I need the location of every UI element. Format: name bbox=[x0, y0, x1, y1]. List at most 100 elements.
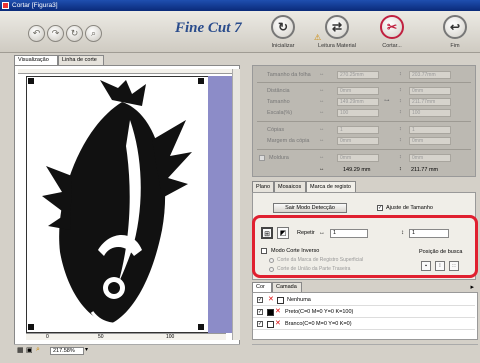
tamanho-width[interactable]: 149.29mm bbox=[337, 98, 379, 106]
highlight-box bbox=[252, 215, 478, 278]
color-swatch bbox=[267, 309, 274, 316]
width-arrow-icon: ↔ bbox=[319, 154, 325, 160]
fim-button[interactable]: ↩ bbox=[443, 15, 467, 39]
layer-check[interactable]: ✓ bbox=[257, 309, 263, 315]
panel-menu-icon[interactable]: ▸ bbox=[470, 283, 474, 291]
color-swatch bbox=[277, 297, 284, 304]
tab-mosaicos[interactable]: Mosaicos bbox=[274, 181, 306, 192]
width-arrow-icon: ↔ bbox=[319, 98, 325, 104]
moldura-label: Moldura bbox=[269, 155, 289, 161]
total-height: 211.77 mm bbox=[411, 167, 439, 173]
row-moldura: Moldura ↔ 0mm ↕ 0mm bbox=[253, 153, 477, 164]
fish-artwork bbox=[42, 80, 192, 326]
tamanho-folha-width[interactable]: 270.25mm bbox=[337, 71, 379, 79]
row-tamanho-folha: Tamanho da folha ↔ 270.25mm ↕ 203.77mm bbox=[253, 70, 477, 81]
layer-label: Preto(C=0 M=0 Y=0 K=100) bbox=[285, 309, 354, 315]
top-ruler bbox=[18, 69, 236, 74]
height-arrow-icon: ↕ bbox=[399, 154, 402, 160]
distancia-x[interactable]: 0mm bbox=[337, 87, 379, 95]
moldura-y[interactable]: 0mm bbox=[409, 154, 451, 162]
cut-flag-icon[interactable]: ✕ bbox=[275, 307, 281, 317]
vertical-scrollbar[interactable] bbox=[232, 69, 240, 340]
ruler-tick-50: 50 bbox=[98, 334, 104, 340]
escala-label: Escala(%) bbox=[267, 110, 293, 116]
tamanho-label: Tamanho bbox=[267, 99, 290, 105]
moldura-x[interactable]: 0mm bbox=[337, 154, 379, 162]
registration-mark-tl bbox=[28, 78, 34, 84]
copias-y[interactable]: 1 bbox=[409, 126, 451, 134]
sheet-edge-band bbox=[208, 76, 234, 333]
list-item[interactable]: ✓ ✕ Nenhuma bbox=[253, 295, 475, 306]
width-arrow-icon: ↔ bbox=[319, 126, 325, 132]
distancia-y[interactable]: 0mm bbox=[409, 87, 451, 95]
title-bar: Cortar [Figura3] bbox=[0, 0, 480, 11]
zoom-dropdown-icon[interactable]: ▾ bbox=[85, 346, 88, 353]
color-list: ✓ ✕ Nenhuma ✓ ✕ Preto(C=0 M=0 Y=0 K=100)… bbox=[252, 292, 478, 340]
registration-mark-bl bbox=[28, 324, 34, 330]
view-status-bar: ▦ ▣ ⌕ 217.58% ▾ bbox=[14, 344, 240, 355]
height-arrow-icon: ↕ bbox=[399, 71, 402, 77]
separator bbox=[257, 149, 471, 150]
link-icon[interactable]: ⊶ bbox=[384, 98, 390, 104]
sair-modo-deteccao-button[interactable]: Sair Modo Detecção bbox=[273, 203, 347, 213]
inicializar-label: Inicializar bbox=[271, 43, 295, 49]
tamanho-folha-label: Tamanho da folha bbox=[267, 72, 311, 78]
row-distancia: Distância ↔ 0mm ↕ 0mm bbox=[253, 86, 477, 97]
app-logo: Fine Cut 7 bbox=[175, 20, 242, 36]
ruler-tick-0: 0 bbox=[46, 334, 49, 340]
rotate-icon[interactable]: ↻ bbox=[66, 25, 83, 42]
escala-y[interactable]: 100 bbox=[409, 109, 451, 117]
toolbar: ↶ ↷ ↻ ⌕ Fine Cut 7 ↻ Inicializar ⚠ ⇄ Lei… bbox=[0, 11, 480, 53]
height-arrow-icon: ↕ bbox=[399, 87, 402, 93]
bottom-ruler: 0 50 100 bbox=[26, 333, 226, 340]
color-swatch bbox=[267, 321, 274, 328]
copias-label: Cópias bbox=[267, 127, 285, 133]
margem-x[interactable]: 0mm bbox=[337, 137, 379, 145]
cut-flag-icon[interactable]: ✕ bbox=[268, 295, 274, 305]
width-arrow-icon: ↔ bbox=[319, 71, 325, 77]
app-icon bbox=[2, 2, 9, 9]
list-item[interactable]: ✓ ✕ Preto(C=0 M=0 Y=0 K=100) bbox=[253, 307, 475, 318]
row-copias: Cópias ↔ 1 ↕ 1 bbox=[253, 125, 477, 136]
tab-camada[interactable]: Camada bbox=[272, 282, 302, 292]
cortar-button[interactable]: ✂ bbox=[380, 15, 404, 39]
tab-linha-de-corte[interactable]: Linha de corte bbox=[58, 55, 104, 65]
ajuste-tamanho-checkbox[interactable]: ✓ bbox=[377, 205, 383, 211]
list-item[interactable]: ✓ ✕ Branco(C=0 M=0 Y=0 K=0) bbox=[253, 319, 475, 330]
height-arrow-icon: ↕ bbox=[399, 137, 402, 143]
fit-page-icon[interactable]: ▣ bbox=[26, 346, 33, 354]
escala-x[interactable]: 100 bbox=[337, 109, 379, 117]
tab-marca-de-registo[interactable]: Marca de registo bbox=[306, 181, 356, 192]
layer-check[interactable]: ✓ bbox=[257, 321, 263, 327]
layer-check[interactable]: ✓ bbox=[257, 297, 263, 303]
undo-icon[interactable]: ↶ bbox=[28, 25, 45, 42]
copias-x[interactable]: 1 bbox=[337, 126, 379, 134]
margem-y[interactable]: 0mm bbox=[409, 137, 451, 145]
panel-status-bar bbox=[252, 344, 478, 355]
tab-plano[interactable]: Plano bbox=[252, 181, 274, 192]
width-arrow-icon: ↔ bbox=[319, 87, 325, 93]
width-arrow-icon: ↔ bbox=[319, 109, 325, 115]
distancia-label: Distância bbox=[267, 88, 290, 94]
inicializar-button[interactable]: ↻ bbox=[271, 15, 295, 39]
height-arrow-icon: ↕ bbox=[399, 109, 402, 115]
redo-icon[interactable]: ↷ bbox=[47, 25, 64, 42]
width-arrow-icon: ↔ bbox=[319, 137, 325, 143]
window-title: Cortar [Figura3] bbox=[12, 2, 58, 9]
ruler-tick-100: 100 bbox=[166, 334, 175, 340]
grid-view-icon[interactable]: ▦ bbox=[17, 346, 24, 354]
width-arrow-icon: ↔ bbox=[319, 166, 325, 172]
row-escala: Escala(%) ↔ 100 ↕ 100 bbox=[253, 108, 477, 119]
leitura-material-button[interactable]: ⇄ bbox=[325, 15, 349, 39]
tamanho-height[interactable]: 211.77mm bbox=[409, 98, 451, 106]
height-arrow-icon: ↕ bbox=[399, 98, 402, 104]
zoom-icon[interactable]: ⌕ bbox=[85, 25, 102, 42]
moldura-checkbox[interactable] bbox=[259, 155, 265, 161]
cut-flag-icon[interactable]: ✕ bbox=[275, 319, 281, 329]
fim-label: Fim bbox=[450, 43, 460, 49]
zoom-level-field[interactable]: 217.58% bbox=[50, 347, 84, 355]
layer-label: Branco(C=0 M=0 Y=0 K=0) bbox=[285, 321, 352, 327]
height-arrow-icon: ↕ bbox=[399, 126, 402, 132]
tamanho-folha-height[interactable]: 203.77mm bbox=[409, 71, 451, 79]
zoom-tool-icon[interactable]: ⌕ bbox=[36, 346, 40, 354]
